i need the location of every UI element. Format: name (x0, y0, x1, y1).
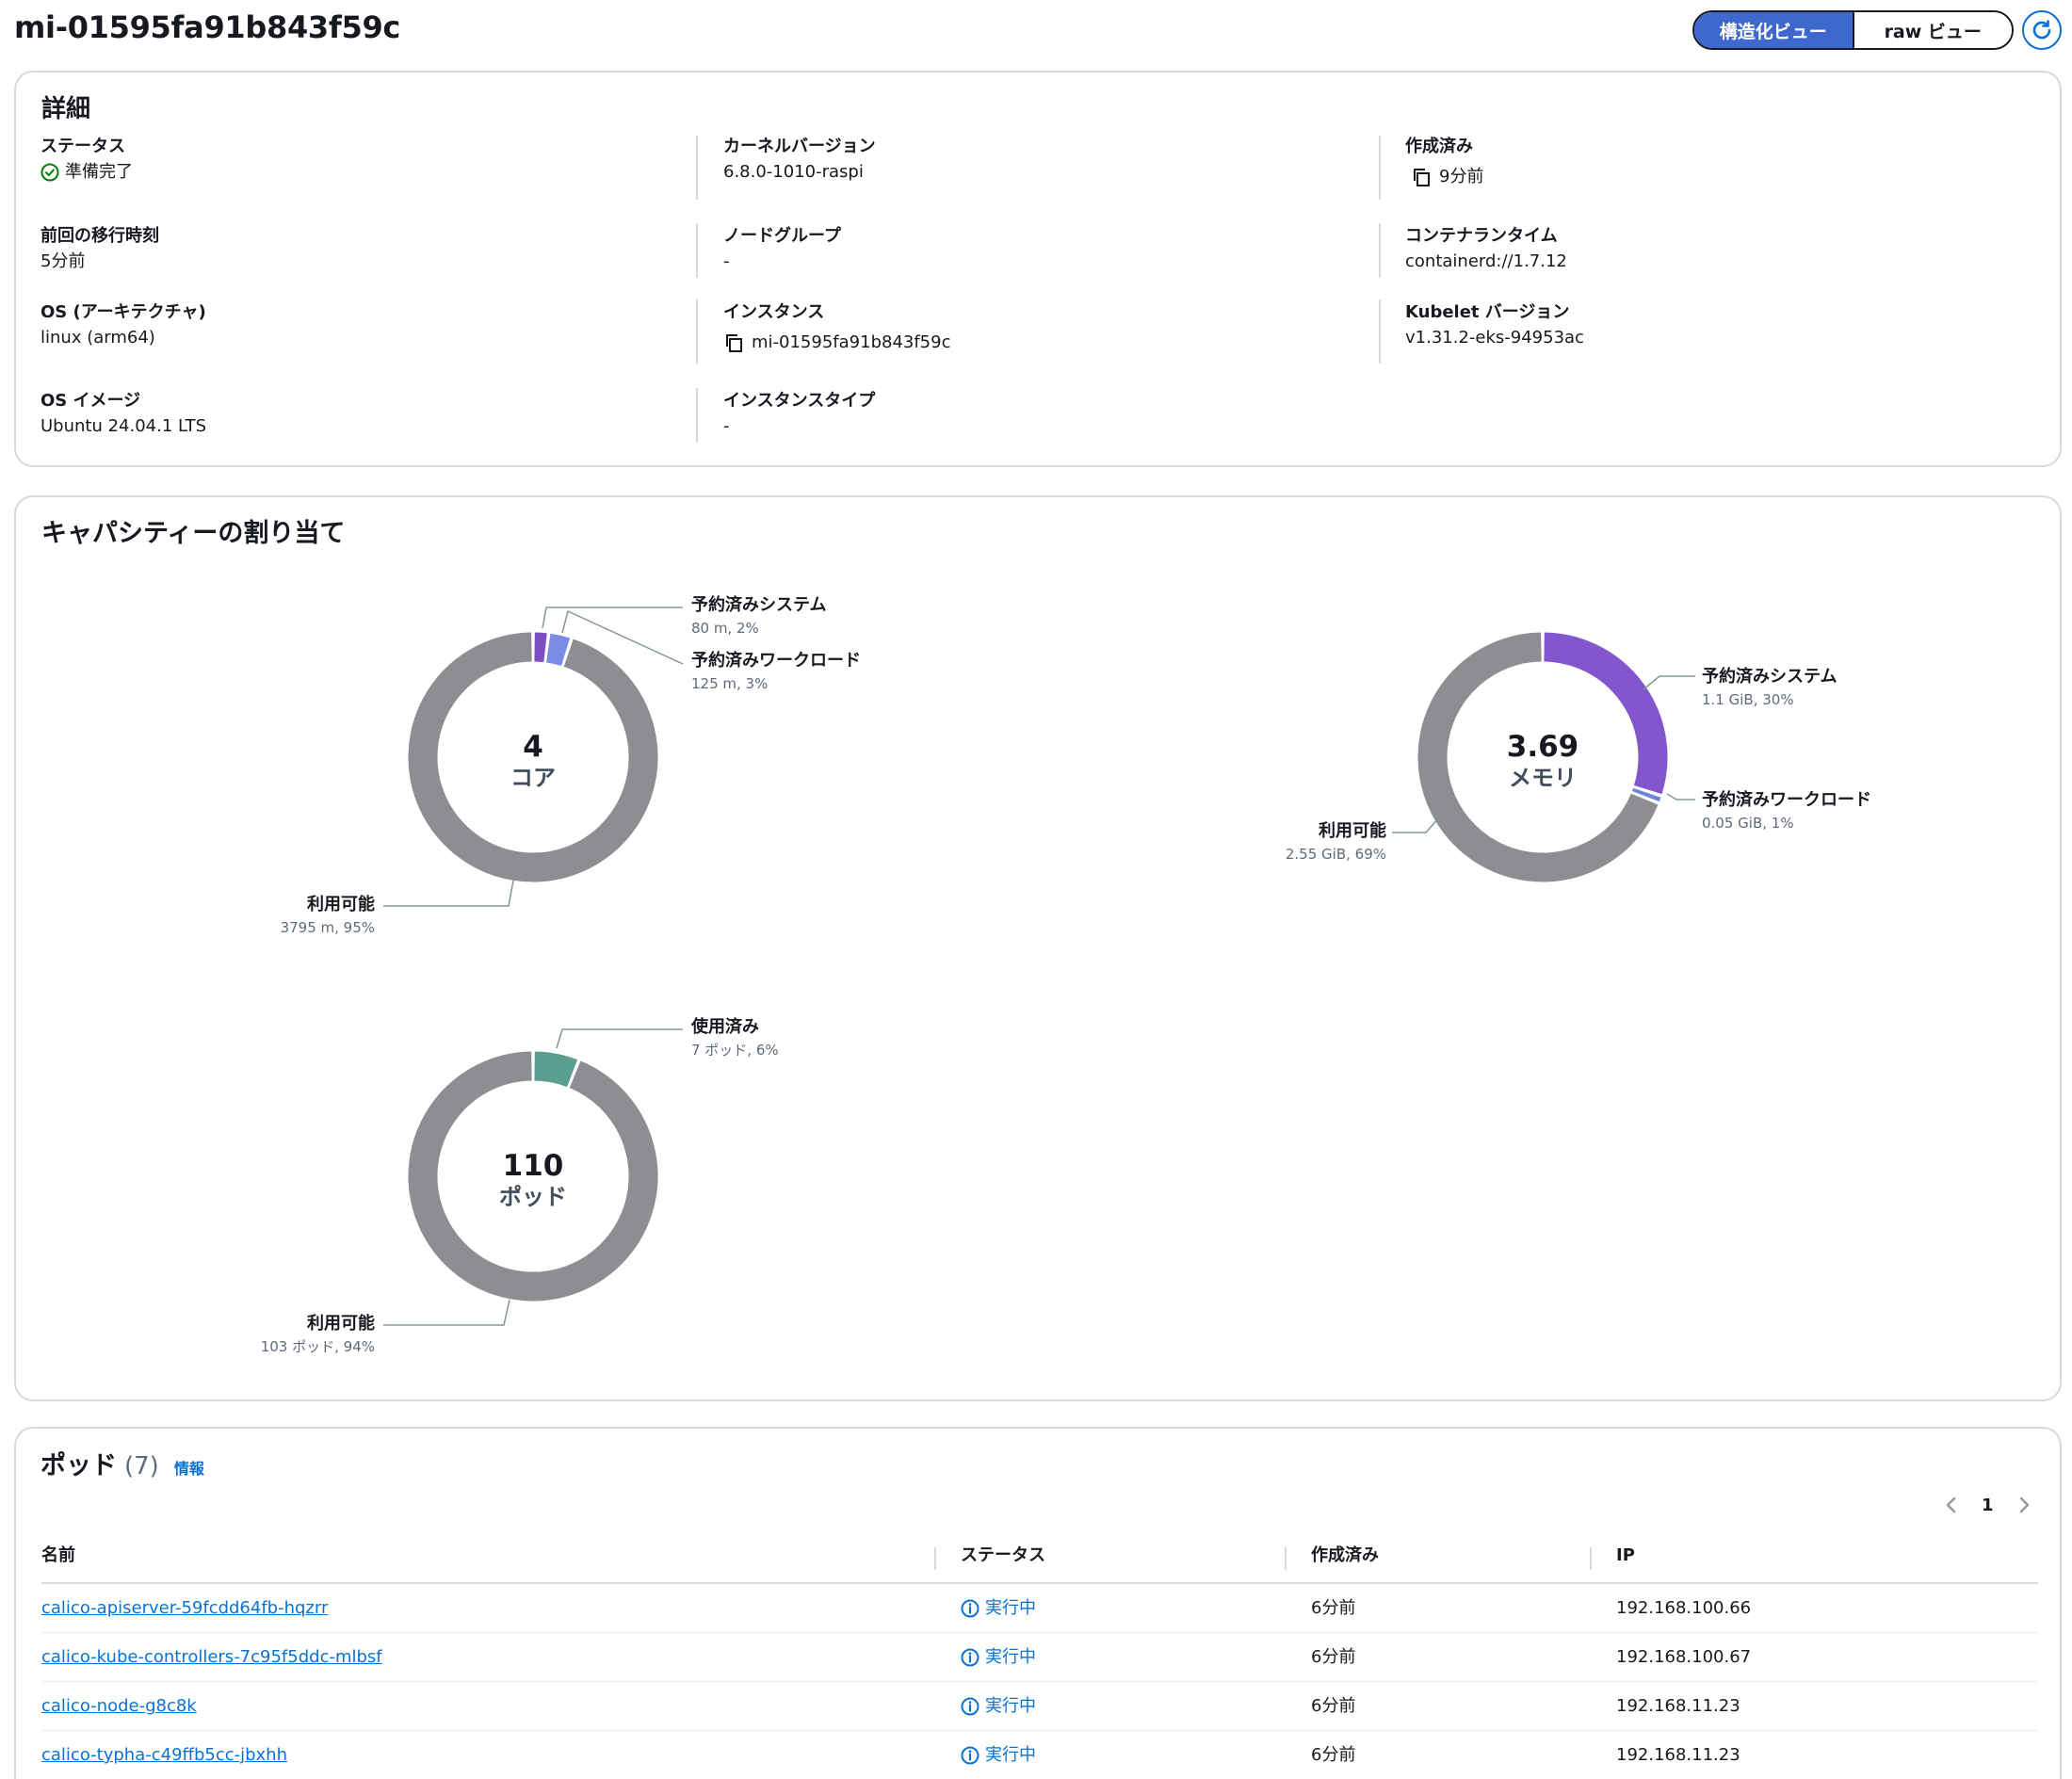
nodegroup-value: - (723, 251, 730, 271)
refresh-icon (2032, 20, 2051, 40)
info-circle-icon (961, 1697, 979, 1716)
current-page[interactable]: 1 (1982, 1496, 1994, 1515)
pod-created: 6分前 (1311, 1598, 1356, 1618)
status-value: 準備完了 (40, 160, 133, 185)
capacity-card: キャパシティーの割り当て (14, 495, 2062, 1401)
chevron-left-icon[interactable] (1944, 1494, 1959, 1516)
pod-ip: 192.168.11.23 (1616, 1696, 1740, 1716)
refresh-button[interactable] (2022, 10, 2062, 50)
column-divider (696, 299, 698, 364)
capacity-title: キャパシティーの割り当て (41, 519, 346, 548)
column-header-status[interactable]: ステータス (961, 1536, 1045, 1576)
last-transition-label: 前回の移行時刻 (40, 226, 159, 246)
kernel-label: カーネルバージョン (723, 137, 876, 156)
pod-status: 実行中 (961, 1682, 1036, 1731)
column-header-ip[interactable]: IP (1616, 1536, 1635, 1576)
os-arch-value: linux (arm64) (40, 328, 155, 348)
pod-status-text: 実行中 (985, 1647, 1036, 1667)
status-text: 準備完了 (65, 162, 133, 182)
detail-instance: インスタンス mi-01595fa91b843f59c (723, 300, 950, 355)
pod-name-link[interactable]: calico-typha-c49ffb5cc-jbxhh (41, 1731, 287, 1779)
container-runtime-label: コンテナランタイム (1405, 226, 1558, 246)
details-card: 詳細 (14, 71, 2062, 467)
column-divider (1379, 299, 1381, 364)
instance-id-text: mi-01595fa91b843f59c (752, 332, 951, 352)
info-circle-icon (961, 1746, 979, 1765)
os-arch-label: OS (アーキテクチャ) (40, 302, 206, 322)
structured-view-button[interactable]: 構造化ビュー (1694, 12, 1853, 48)
info-circle-icon (961, 1599, 979, 1618)
view-toggle: 構造化ビュー raw ビュー (1692, 10, 2014, 50)
column-divider (1379, 223, 1381, 278)
pods-header: ポッド (7) 情報 (40, 1445, 204, 1481)
created-label: 作成済み (1405, 137, 1473, 156)
copy-icon[interactable] (723, 332, 744, 353)
column-separator (934, 1547, 936, 1570)
status-label: ステータス (40, 137, 125, 156)
pod-created: 6分前 (1311, 1745, 1356, 1765)
pods-title: ポッド (40, 1451, 117, 1480)
page-title: mi-01595fa91b843f59c (14, 9, 401, 45)
pods-count: (7) (124, 1452, 159, 1480)
os-image-value: Ubuntu 24.04.1 LTS (40, 416, 207, 436)
column-divider (696, 388, 698, 443)
pod-status-text: 実行中 (985, 1598, 1036, 1618)
detail-os-image: OS イメージ Ubuntu 24.04.1 LTS (40, 389, 206, 439)
pod-ip: 192.168.100.66 (1616, 1598, 1752, 1618)
nodegroup-label: ノードグループ (723, 226, 841, 246)
kernel-value: 6.8.0-1010-raspi (723, 162, 864, 182)
kubelet-value: v1.31.2-eks-94953ac (1405, 328, 1584, 348)
pod-status: 実行中 (961, 1633, 1036, 1682)
pod-created: 6分前 (1311, 1647, 1356, 1667)
os-image-label: OS イメージ (40, 391, 141, 411)
container-runtime-value: containerd://1.7.12 (1405, 251, 1567, 271)
column-divider (696, 136, 698, 200)
pod-status-text: 実行中 (985, 1696, 1036, 1716)
detail-os-arch: OS (アーキテクチャ) linux (arm64) (40, 300, 206, 350)
copy-icon[interactable] (1411, 167, 1432, 187)
column-header-created[interactable]: 作成済み (1311, 1536, 1379, 1576)
pod-ip: 192.168.11.23 (1616, 1745, 1740, 1765)
detail-container-runtime: コンテナランタイム containerd://1.7.12 (1405, 224, 1567, 274)
pod-status-text: 実行中 (985, 1745, 1036, 1765)
instance-type-label: インスタンスタイプ (723, 391, 876, 411)
details-title: 詳細 (41, 95, 91, 123)
created-value: 9分前 (1405, 165, 1483, 189)
pod-created: 6分前 (1311, 1696, 1356, 1716)
detail-nodegroup: ノードグループ - (723, 224, 841, 274)
instance-type-value: - (723, 416, 730, 436)
detail-kubelet: Kubelet バージョン v1.31.2-eks-94953ac (1405, 300, 1584, 350)
detail-status: ステータス 準備完了 (40, 135, 133, 185)
instance-label: インスタンス (723, 302, 825, 322)
instance-value: mi-01595fa91b843f59c (723, 331, 950, 355)
column-divider (696, 223, 698, 278)
detail-kernel: カーネルバージョン 6.8.0-1010-raspi (723, 135, 876, 185)
check-circle-icon (40, 163, 59, 182)
created-text: 9分前 (1439, 167, 1484, 186)
pod-name-link[interactable]: calico-kube-controllers-7c95f5ddc-mlbsf (41, 1633, 382, 1682)
pagination: 1 (1944, 1494, 2032, 1516)
last-transition-value: 5分前 (40, 251, 86, 271)
detail-last-transition: 前回の移行時刻 5分前 (40, 224, 159, 274)
info-circle-icon (961, 1648, 979, 1667)
info-link[interactable]: 情報 (174, 1456, 204, 1479)
detail-created: 作成済み 9分前 (1405, 135, 1483, 189)
pod-name-link[interactable]: calico-node-g8c8k (41, 1682, 197, 1731)
pod-status: 実行中 (961, 1731, 1036, 1779)
pod-status: 実行中 (961, 1584, 1036, 1633)
raw-view-button[interactable]: raw ビュー (1852, 12, 2012, 48)
pod-name-link[interactable]: calico-apiserver-59fcdd64fb-hqzrr (41, 1584, 328, 1633)
column-divider (1379, 136, 1381, 200)
kubelet-label: Kubelet バージョン (1405, 302, 1570, 322)
column-header-name[interactable]: 名前 (41, 1536, 75, 1576)
detail-instance-type: インスタンスタイプ - (723, 389, 875, 439)
column-separator (1285, 1547, 1287, 1570)
pod-ip: 192.168.100.67 (1616, 1647, 1752, 1667)
chevron-right-icon[interactable] (2016, 1494, 2032, 1516)
column-separator (1590, 1547, 1592, 1570)
